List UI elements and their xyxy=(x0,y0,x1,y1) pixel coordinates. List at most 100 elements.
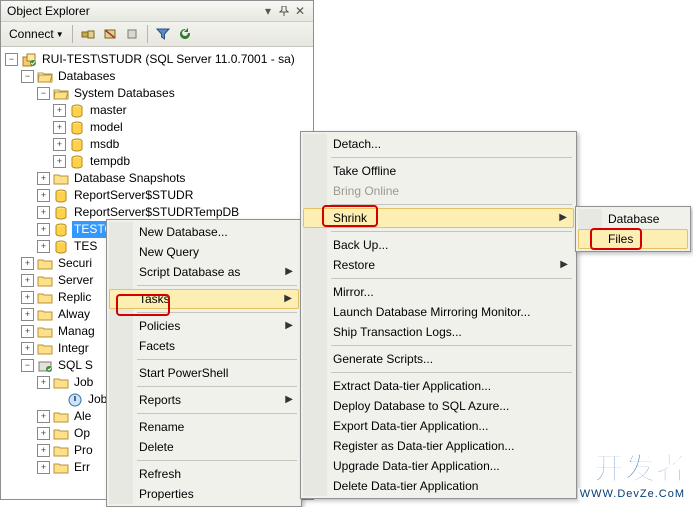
menu-start-powershell[interactable]: Start PowerShell xyxy=(109,363,299,383)
db-node[interactable]: tempdb xyxy=(88,153,132,170)
menu-facets[interactable]: Facets xyxy=(109,336,299,356)
submenu-arrow-icon: ▶ xyxy=(560,255,568,275)
proxies-node[interactable]: Pro xyxy=(72,442,95,459)
menu-rename[interactable]: Rename xyxy=(109,417,299,437)
server-objects-node[interactable]: Server xyxy=(56,272,95,289)
db-snapshots-node[interactable]: Database Snapshots xyxy=(72,170,187,187)
menu-shrink-files[interactable]: Files xyxy=(578,229,688,249)
menu-refresh[interactable]: Refresh xyxy=(109,464,299,484)
system-databases-node[interactable]: System Databases xyxy=(72,85,177,102)
refresh-icon[interactable] xyxy=(174,24,196,44)
menu-export-data-tier[interactable]: Export Data-tier Application... xyxy=(303,416,574,436)
expand-toggle[interactable]: + xyxy=(37,223,50,236)
menu-properties[interactable]: Properties xyxy=(109,484,299,504)
expand-toggle[interactable]: + xyxy=(37,189,50,202)
expand-toggle[interactable]: + xyxy=(21,257,34,270)
submenu-arrow-icon: ▶ xyxy=(285,262,293,282)
toolbar-separator xyxy=(147,25,148,43)
menu-launch-mirroring-monitor[interactable]: Launch Database Mirroring Monitor... xyxy=(303,302,574,322)
expand-toggle[interactable]: + xyxy=(21,342,34,355)
menu-shrink[interactable]: Shrink▶ xyxy=(303,208,574,228)
watermark-text: 开发者 xyxy=(594,444,687,488)
menu-upgrade-data-tier[interactable]: Upgrade Data-tier Application... xyxy=(303,456,574,476)
folder-icon xyxy=(53,171,69,187)
expand-toggle[interactable]: + xyxy=(53,104,66,117)
expand-toggle[interactable]: + xyxy=(37,376,50,389)
menu-take-offline[interactable]: Take Offline xyxy=(303,161,574,181)
jobs-node[interactable]: Job xyxy=(72,374,95,391)
menu-mirror[interactable]: Mirror... xyxy=(303,282,574,302)
menu-separator xyxy=(137,413,297,414)
collapse-toggle[interactable]: − xyxy=(37,87,50,100)
menu-back-up[interactable]: Back Up... xyxy=(303,235,574,255)
operators-node[interactable]: Op xyxy=(72,425,92,442)
menu-script-database-as[interactable]: Script Database as▶ xyxy=(109,262,299,282)
connect-icon[interactable] xyxy=(77,24,99,44)
db-node[interactable]: TES xyxy=(72,238,99,255)
menu-reports[interactable]: Reports▶ xyxy=(109,390,299,410)
menu-new-database[interactable]: New Database... xyxy=(109,222,299,242)
submenu-arrow-icon: ▶ xyxy=(559,209,567,227)
security-node[interactable]: Securi xyxy=(56,255,94,272)
pin-icon[interactable] xyxy=(277,4,291,18)
expand-toggle[interactable]: + xyxy=(53,121,66,134)
expand-toggle[interactable]: + xyxy=(21,291,34,304)
menu-generate-scripts[interactable]: Generate Scripts... xyxy=(303,349,574,369)
collapse-toggle[interactable]: − xyxy=(21,70,34,83)
stop-icon[interactable] xyxy=(121,24,143,44)
close-icon[interactable]: ✕ xyxy=(293,4,307,18)
menu-extract-data-tier[interactable]: Extract Data-tier Application... xyxy=(303,376,574,396)
expand-toggle[interactable]: + xyxy=(37,206,50,219)
integration-node[interactable]: Integr xyxy=(56,340,91,357)
menu-separator xyxy=(331,204,572,205)
menu-detach[interactable]: Detach... xyxy=(303,134,574,154)
sql-agent-node[interactable]: SQL S xyxy=(56,357,95,374)
collapse-toggle[interactable]: − xyxy=(21,359,34,372)
menu-deploy-to-azure[interactable]: Deploy Database to SQL Azure... xyxy=(303,396,574,416)
expand-toggle[interactable]: + xyxy=(37,427,50,440)
expand-toggle[interactable]: + xyxy=(21,308,34,321)
folder-icon xyxy=(37,324,53,340)
menu-delete-data-tier[interactable]: Delete Data-tier Application xyxy=(303,476,574,496)
menu-tasks[interactable]: Tasks▶ xyxy=(109,289,299,309)
expand-toggle[interactable]: + xyxy=(37,410,50,423)
watermark: 开发者 WWW.DevZe.CoM xyxy=(578,444,687,500)
filter-icon[interactable] xyxy=(152,24,174,44)
menu-register-data-tier[interactable]: Register as Data-tier Application... xyxy=(303,436,574,456)
database-icon xyxy=(69,154,85,170)
expand-toggle[interactable]: + xyxy=(53,138,66,151)
db-node[interactable]: msdb xyxy=(88,136,121,153)
menu-policies[interactable]: Policies▶ xyxy=(109,316,299,336)
db-node[interactable]: ReportServer$STUDR xyxy=(72,187,195,204)
database-icon xyxy=(69,103,85,119)
expand-toggle[interactable]: + xyxy=(37,240,50,253)
submenu-shrink: Database Files xyxy=(575,206,691,252)
menu-separator xyxy=(331,345,572,346)
errorlogs-node[interactable]: Err xyxy=(72,459,92,476)
databases-node[interactable]: Databases xyxy=(56,68,117,85)
server-node[interactable]: RUI-TEST\STUDR (SQL Server 11.0.7001 - s… xyxy=(40,51,297,68)
submenu-arrow-icon: ▶ xyxy=(285,316,293,336)
menu-shrink-database[interactable]: Database xyxy=(578,209,688,229)
expand-toggle[interactable]: + xyxy=(21,325,34,338)
expand-toggle[interactable]: + xyxy=(37,172,50,185)
replication-node[interactable]: Replic xyxy=(56,289,93,306)
expand-toggle[interactable]: + xyxy=(37,461,50,474)
expand-toggle[interactable]: + xyxy=(37,444,50,457)
alwayson-node[interactable]: Alway xyxy=(56,306,92,323)
menu-restore[interactable]: Restore▶ xyxy=(303,255,574,275)
sql-agent-icon xyxy=(37,358,53,374)
menu-new-query[interactable]: New Query xyxy=(109,242,299,262)
db-node[interactable]: master xyxy=(88,102,129,119)
management-node[interactable]: Manag xyxy=(56,323,97,340)
panel-menu-icon[interactable]: ▾ xyxy=(261,4,275,18)
connect-dropdown[interactable]: Connect ▼ xyxy=(5,27,68,41)
disconnect-icon[interactable] xyxy=(99,24,121,44)
expand-toggle[interactable]: + xyxy=(53,155,66,168)
alerts-node[interactable]: Ale xyxy=(72,408,93,425)
collapse-toggle[interactable]: − xyxy=(5,53,18,66)
db-node[interactable]: model xyxy=(88,119,125,136)
expand-toggle[interactable]: + xyxy=(21,274,34,287)
menu-ship-transaction-logs[interactable]: Ship Transaction Logs... xyxy=(303,322,574,342)
menu-delete[interactable]: Delete xyxy=(109,437,299,457)
